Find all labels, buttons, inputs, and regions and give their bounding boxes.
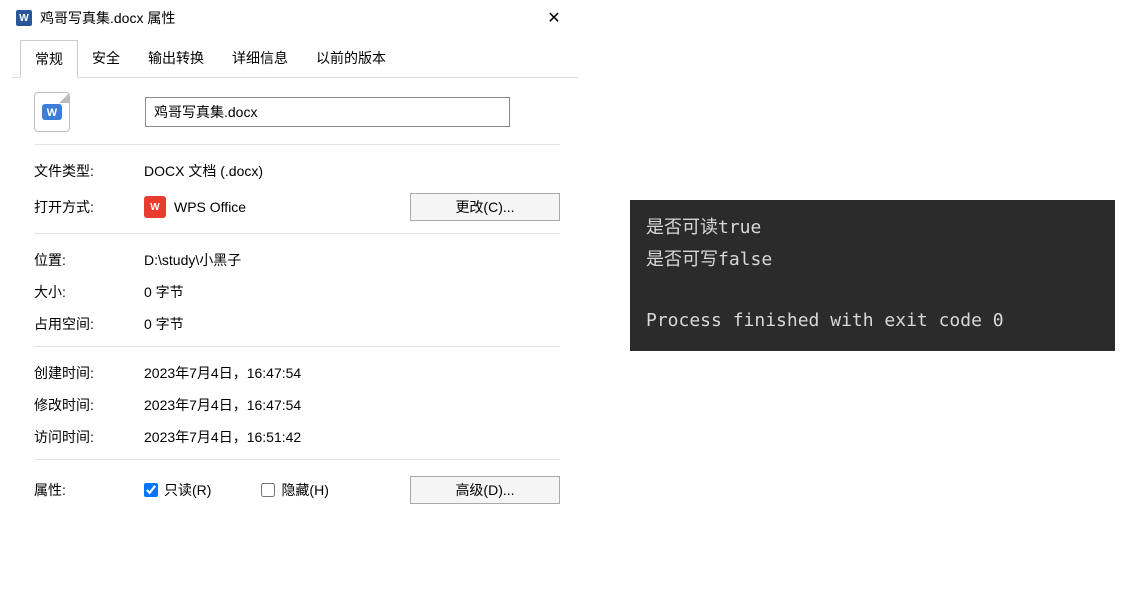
size-row: 大小: 0 字节 — [34, 282, 560, 302]
hidden-checkbox[interactable] — [261, 483, 275, 497]
console-line-1: 是否可读true — [646, 212, 1099, 244]
filename-input[interactable] — [145, 97, 510, 127]
openwith-value: W WPS Office 更改(C)... — [144, 193, 560, 221]
console-blank — [646, 275, 1099, 305]
tab-security[interactable]: 安全 — [78, 40, 134, 77]
readonly-label: 只读(R) — [164, 480, 211, 500]
openwith-label: 打开方式: — [34, 197, 144, 217]
filetype-label: 文件类型: — [34, 161, 144, 181]
close-icon[interactable]: ✕ — [534, 8, 574, 28]
separator — [34, 233, 560, 234]
file-type-icon: W — [34, 92, 70, 132]
readonly-checkbox-wrap[interactable]: 只读(R) — [144, 480, 211, 500]
titlebar: W 鸡哥写真集.docx 属性 ✕ — [0, 0, 590, 40]
tab-output[interactable]: 输出转换 — [134, 40, 218, 77]
separator — [34, 144, 560, 145]
location-label: 位置: — [34, 250, 144, 270]
tabs: 常规 安全 输出转换 详细信息 以前的版本 — [12, 40, 578, 78]
console-line-2: 是否可写false — [646, 244, 1099, 276]
accessed-value: 2023年7月4日，16:51:42 — [144, 427, 560, 447]
openwith-app: WPS Office — [174, 199, 246, 215]
separator — [34, 346, 560, 347]
created-row: 创建时间: 2023年7月4日，16:47:54 — [34, 363, 560, 383]
change-button[interactable]: 更改(C)... — [410, 193, 560, 221]
accessed-row: 访问时间: 2023年7月4日，16:51:42 — [34, 427, 560, 447]
advanced-button[interactable]: 高级(D)... — [410, 476, 560, 504]
app-icon: W — [16, 10, 32, 26]
modified-row: 修改时间: 2023年7月4日，16:47:54 — [34, 395, 560, 415]
checkbox-group: 只读(R) 隐藏(H) 高级(D)... — [144, 476, 560, 504]
console-output: 是否可读true 是否可写false Process finished with… — [630, 200, 1115, 351]
location-value: D:\study\小黑子 — [144, 250, 560, 270]
size-label: 大小: — [34, 282, 144, 302]
filetype-row: 文件类型: DOCX 文档 (.docx) — [34, 161, 560, 181]
modified-value: 2023年7月4日，16:47:54 — [144, 395, 560, 415]
disksize-label: 占用空间: — [34, 314, 144, 334]
readonly-checkbox[interactable] — [144, 483, 158, 497]
hidden-label: 隐藏(H) — [281, 480, 328, 500]
properties-dialog: W 鸡哥写真集.docx 属性 ✕ 常规 安全 输出转换 详细信息 以前的版本 … — [0, 0, 590, 530]
filetype-value: DOCX 文档 (.docx) — [144, 161, 560, 181]
accessed-label: 访问时间: — [34, 427, 144, 447]
created-label: 创建时间: — [34, 363, 144, 383]
tab-content: W 文件类型: DOCX 文档 (.docx) 打开方式: W WPS Offi… — [0, 78, 590, 530]
disksize-value: 0 字节 — [144, 314, 560, 334]
window-title: 鸡哥写真集.docx 属性 — [40, 8, 534, 28]
hidden-checkbox-wrap[interactable]: 隐藏(H) — [261, 480, 328, 500]
wps-icon: W — [144, 196, 166, 218]
disksize-row: 占用空间: 0 字节 — [34, 314, 560, 334]
tab-general[interactable]: 常规 — [20, 40, 78, 78]
openwith-row: 打开方式: W WPS Office 更改(C)... — [34, 193, 560, 221]
created-value: 2023年7月4日，16:47:54 — [144, 363, 560, 383]
tab-details[interactable]: 详细信息 — [218, 40, 302, 77]
attributes-label: 属性: — [34, 480, 144, 500]
svg-text:W: W — [47, 107, 58, 119]
filename-row: W — [34, 92, 560, 132]
attributes-row: 属性: 只读(R) 隐藏(H) 高级(D)... — [34, 476, 560, 504]
modified-label: 修改时间: — [34, 395, 144, 415]
size-value: 0 字节 — [144, 282, 560, 302]
tab-previous[interactable]: 以前的版本 — [302, 40, 400, 77]
separator — [34, 459, 560, 460]
location-row: 位置: D:\study\小黑子 — [34, 250, 560, 270]
console-line-3: Process finished with exit code 0 — [646, 305, 1099, 337]
